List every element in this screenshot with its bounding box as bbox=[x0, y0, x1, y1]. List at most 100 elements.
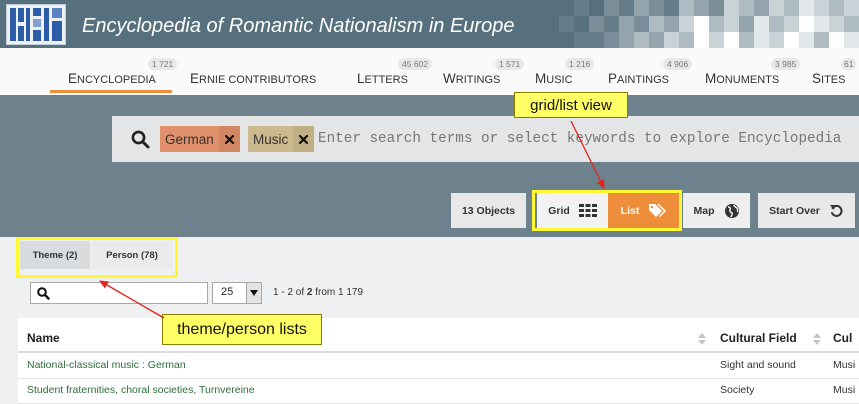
mosaic-tile bbox=[664, 16, 679, 32]
tab-label: Theme (2) bbox=[32, 249, 78, 261]
mosaic-tile bbox=[724, 0, 739, 16]
mosaic-tile bbox=[604, 32, 619, 48]
row-name-link[interactable]: National-classical music : German bbox=[27, 359, 186, 372]
close-icon bbox=[299, 134, 309, 144]
column-header-name[interactable]: Name bbox=[27, 331, 60, 345]
search-icon bbox=[37, 287, 50, 300]
mosaic-tile bbox=[829, 32, 844, 48]
row-cultural-field: Sight and sound bbox=[720, 359, 796, 371]
nav-count-badge: 61 bbox=[841, 58, 857, 70]
sort-icon[interactable] bbox=[813, 333, 821, 345]
mosaic-tile bbox=[829, 0, 844, 16]
objects-count-label: 13 Objects bbox=[461, 204, 516, 217]
nav-item-ernie-contributors[interactable]: ERNIE CONTRIBUTORS bbox=[190, 72, 316, 87]
grid-icon bbox=[578, 204, 597, 217]
mosaic-tile bbox=[814, 16, 829, 32]
list-filter-input[interactable] bbox=[30, 282, 208, 304]
column-header-third[interactable]: Cul bbox=[833, 331, 852, 345]
close-icon bbox=[224, 134, 234, 144]
nav-item-music[interactable]: MUSIC bbox=[535, 72, 573, 87]
row-name-link[interactable]: Student fraternities, choral societies, … bbox=[27, 384, 255, 397]
nav-item-letters[interactable]: LETTERS bbox=[357, 72, 408, 87]
sort-icon[interactable] bbox=[698, 333, 706, 345]
mosaic-tile bbox=[844, 0, 859, 16]
mosaic-tile bbox=[559, 0, 574, 16]
row-divider bbox=[18, 378, 859, 379]
mosaic-tile bbox=[559, 32, 574, 48]
grid-view-button[interactable]: Grid bbox=[537, 193, 608, 228]
mosaic-tile bbox=[664, 32, 679, 48]
mosaic-tile bbox=[694, 0, 709, 16]
header-divider bbox=[18, 351, 859, 353]
page-size-select[interactable]: 25 bbox=[212, 282, 262, 304]
nav-label: MONUMENTS bbox=[705, 71, 780, 87]
mosaic-tile bbox=[739, 32, 754, 48]
annotation-callout-view: grid/list view bbox=[514, 92, 628, 118]
remove-tag-button[interactable] bbox=[293, 126, 315, 152]
mosaic-tile bbox=[724, 16, 739, 32]
search-icon[interactable] bbox=[131, 130, 150, 149]
nav-item-paintings[interactable]: PAINTINGS bbox=[608, 72, 669, 87]
search-input[interactable] bbox=[318, 116, 859, 162]
mosaic-tile bbox=[784, 16, 799, 32]
map-view-button[interactable]: Map bbox=[683, 193, 750, 228]
mosaic-tile bbox=[649, 16, 664, 32]
keyword-tag-german: German bbox=[160, 126, 240, 152]
nav-item-encyclopedia[interactable]: ENCYCLOPEDIA bbox=[68, 72, 156, 87]
header-mosaic bbox=[559, 0, 859, 48]
chevron-down-icon[interactable] bbox=[246, 283, 261, 303]
main-nav: ENCYCLOPEDIA 1 721 ERNIE CONTRIBUTORS LE… bbox=[0, 48, 859, 95]
nav-item-writings[interactable]: WRITINGS bbox=[443, 72, 500, 87]
row-third-cell: Musi bbox=[833, 384, 856, 396]
site-header: Encyclopedia of Romantic Nationalism in … bbox=[0, 0, 859, 48]
objects-count-button[interactable]: 13 Objects bbox=[451, 193, 526, 228]
mosaic-tile bbox=[649, 32, 664, 48]
mosaic-tile bbox=[619, 32, 634, 48]
mosaic-tile bbox=[724, 32, 739, 48]
mosaic-tile bbox=[649, 0, 664, 16]
mosaic-tile bbox=[814, 32, 829, 48]
nav-item-monuments[interactable]: MONUMENTS bbox=[705, 72, 779, 87]
remove-tag-button[interactable] bbox=[218, 126, 240, 152]
start-over-button[interactable]: Start Over bbox=[758, 193, 855, 228]
mosaic-tile bbox=[634, 0, 649, 16]
mosaic-tile bbox=[709, 0, 724, 16]
mosaic-tile bbox=[634, 32, 649, 48]
keyword-tag-label: Music bbox=[253, 131, 289, 147]
start-over-label: Start Over bbox=[769, 204, 820, 217]
annotation-callout-tabs: theme/person lists bbox=[162, 314, 322, 345]
globe-icon bbox=[724, 203, 739, 218]
nav-count-badge: 4 906 bbox=[663, 58, 693, 70]
nav-label: LETTERS bbox=[357, 71, 408, 87]
nav-label: WRITINGS bbox=[443, 71, 501, 87]
ernie-logo-icon[interactable] bbox=[6, 4, 66, 45]
mosaic-tile bbox=[574, 16, 589, 32]
grid-view-label: Grid bbox=[548, 204, 570, 217]
site-title[interactable]: Encyclopedia of Romantic Nationalism in … bbox=[82, 14, 514, 38]
range-prefix: 1 - 2 of bbox=[273, 287, 307, 298]
nav-label: ERNIE CONTRIBUTORS bbox=[190, 71, 317, 87]
list-view-button[interactable]: List bbox=[608, 193, 679, 228]
column-header-cultural-field[interactable]: Cultural Field bbox=[720, 331, 797, 345]
mosaic-tile bbox=[604, 16, 619, 32]
mosaic-tile bbox=[694, 16, 709, 32]
nav-count-badge: 1 571 bbox=[495, 58, 525, 70]
tab-theme[interactable]: Theme (2) bbox=[20, 241, 90, 269]
mosaic-tile bbox=[799, 32, 814, 48]
mosaic-tile bbox=[589, 32, 604, 48]
tab-person[interactable]: Person (78) bbox=[92, 241, 172, 269]
mosaic-tile bbox=[679, 32, 694, 48]
keyword-tag-label: German bbox=[165, 131, 214, 147]
mosaic-tile bbox=[634, 16, 649, 32]
mosaic-tile bbox=[679, 0, 694, 16]
mosaic-tile bbox=[604, 0, 619, 16]
nav-item-sites[interactable]: SITES bbox=[812, 72, 845, 87]
mosaic-tile bbox=[754, 32, 769, 48]
tag-icon bbox=[649, 204, 667, 217]
mosaic-tile bbox=[769, 32, 784, 48]
active-nav-underline bbox=[50, 90, 172, 93]
mosaic-tile bbox=[619, 16, 634, 32]
mosaic-tile bbox=[559, 16, 574, 32]
tab-label: Person (78) bbox=[106, 249, 158, 261]
list-view-label: List bbox=[620, 204, 640, 217]
